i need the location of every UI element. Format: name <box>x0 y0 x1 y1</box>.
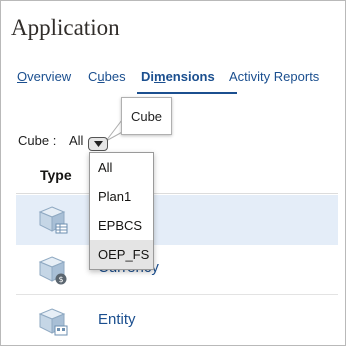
cube-tooltip: Cube <box>121 97 172 135</box>
dimension-name[interactable]: Entity <box>98 311 136 328</box>
table-row[interactable] <box>16 195 338 245</box>
tab-dimensions-accel: m <box>154 69 166 84</box>
tooltip-text: Cube <box>130 108 163 124</box>
cube-filter-label: Cube : <box>18 133 57 148</box>
menu-option-all[interactable]: All <box>90 153 153 182</box>
cube-filter-value: All <box>69 133 84 148</box>
table-row[interactable]: $ Currency <box>16 245 338 295</box>
tab-cubes-accel: u <box>97 69 105 84</box>
menu-option-epbcs[interactable]: EPBCS <box>90 211 153 240</box>
tab-overview-rest: verview <box>27 69 72 84</box>
chevron-down-icon <box>93 141 103 147</box>
table-row[interactable]: Entity <box>16 297 338 346</box>
cube-entity-icon <box>38 308 68 336</box>
column-header-type: Type <box>40 167 72 183</box>
cube-dropdown-menu: All Plan1 EPBCS OEP_FS <box>89 152 154 270</box>
tab-cubes-pre: C <box>88 69 98 84</box>
tab-cubes-rest: bes <box>104 69 126 84</box>
tab-overview[interactable]: Overview <box>17 69 71 95</box>
tab-activity-reports[interactable]: Activity Reports <box>229 69 319 95</box>
menu-option-plan1[interactable]: Plan1 <box>90 182 153 211</box>
tab-overview-accel: O <box>17 69 28 84</box>
tab-cubes[interactable]: Cubes <box>88 69 126 95</box>
tab-dimensions-rest: ensions <box>165 69 215 84</box>
page-title: Application <box>11 15 120 40</box>
menu-option-oep-fs[interactable]: OEP_FS <box>90 240 153 269</box>
active-tab-indicator <box>137 92 237 94</box>
svg-text:$: $ <box>58 275 63 284</box>
cube-currency-icon: $ <box>38 256 67 285</box>
header-divider <box>16 193 338 194</box>
cube-filter-dropdown-button[interactable] <box>88 137 108 151</box>
cube-table-icon <box>38 206 68 234</box>
tab-dimensions-pre: Di <box>141 69 154 84</box>
